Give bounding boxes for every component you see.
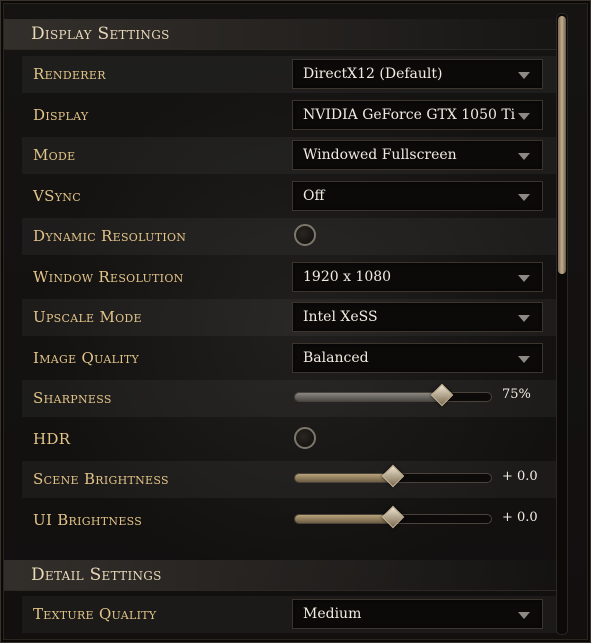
vsync-dropdown[interactable]: Off xyxy=(292,181,543,211)
image-quality-dropdown[interactable]: Balanced xyxy=(292,343,543,373)
detail-settings-header: Detail Settings xyxy=(4,560,557,591)
vsync-row: VSync Off xyxy=(22,178,557,215)
image-quality-value: Balanced xyxy=(303,350,369,366)
chevron-down-icon xyxy=(518,72,530,79)
window-resolution-dropdown[interactable]: 1920 x 1080 xyxy=(292,262,543,292)
sharpness-slider[interactable] xyxy=(294,383,492,407)
dynamic-resolution-row: Dynamic Resolution xyxy=(22,218,557,255)
hdr-toggle[interactable] xyxy=(294,427,316,449)
display-row: Display NVIDIA GeForce GTX 1050 Ti xyxy=(22,97,557,134)
display-label: Display xyxy=(33,106,89,124)
display-settings-title: Display Settings xyxy=(31,24,170,44)
ui-brightness-value: + 0.0 xyxy=(502,510,538,525)
scene-brightness-label: Scene Brightness xyxy=(33,470,169,488)
ui-brightness-row: UI Brightness + 0.0 xyxy=(22,502,557,539)
scene-brightness-row: Scene Brightness + 0.0 xyxy=(22,461,557,498)
dynamic-resolution-label: Dynamic Resolution xyxy=(33,227,187,245)
texture-quality-value: Medium xyxy=(303,606,362,622)
sharpness-slider-fill xyxy=(295,393,442,401)
upscale-mode-dropdown[interactable]: Intel XeSS xyxy=(292,302,543,332)
ui-brightness-label: UI Brightness xyxy=(33,511,143,529)
chevron-down-icon xyxy=(518,612,530,619)
dynamic-resolution-toggle[interactable] xyxy=(294,224,316,246)
renderer-dropdown[interactable]: DirectX12 (Default) xyxy=(292,59,543,89)
chevron-down-icon xyxy=(518,356,530,363)
mode-label: Mode xyxy=(33,146,76,164)
chevron-down-icon xyxy=(518,113,530,120)
scene-brightness-slider[interactable] xyxy=(294,464,492,488)
display-dropdown[interactable]: NVIDIA GeForce GTX 1050 Ti xyxy=(292,100,543,130)
upscale-mode-label: Upscale Mode xyxy=(33,308,142,326)
sharpness-label: Sharpness xyxy=(33,389,112,407)
scene-brightness-slider-thumb[interactable] xyxy=(381,464,405,488)
detail-settings-title: Detail Settings xyxy=(31,565,162,585)
scene-brightness-value: + 0.0 xyxy=(502,469,538,484)
scrollbar[interactable] xyxy=(556,13,568,635)
upscale-mode-row: Upscale Mode Intel XeSS xyxy=(22,299,557,336)
renderer-row: Renderer DirectX12 (Default) xyxy=(22,56,557,93)
sharpness-row: Sharpness 75% xyxy=(22,380,557,417)
sharpness-slider-thumb[interactable] xyxy=(430,383,454,407)
mode-row: Mode Windowed Fullscreen xyxy=(22,137,557,174)
ui-brightness-slider-thumb[interactable] xyxy=(381,505,405,529)
chevron-down-icon xyxy=(518,153,530,160)
window-resolution-row: Window Resolution 1920 x 1080 xyxy=(22,259,557,296)
display-value: NVIDIA GeForce GTX 1050 Ti xyxy=(303,107,516,123)
settings-panel: Display Settings Renderer DirectX12 (Def… xyxy=(0,0,591,643)
upscale-mode-value: Intel XeSS xyxy=(303,309,378,325)
hdr-row: HDR xyxy=(22,421,557,458)
window-resolution-label: Window Resolution xyxy=(33,268,184,286)
texture-quality-row: Texture Quality Medium xyxy=(22,596,557,633)
sharpness-value: 75% xyxy=(502,387,531,402)
renderer-value: DirectX12 (Default) xyxy=(303,66,443,82)
chevron-down-icon xyxy=(518,315,530,322)
ui-brightness-slider-fill xyxy=(295,515,393,523)
texture-quality-label: Texture Quality xyxy=(33,605,157,623)
vsync-value: Off xyxy=(303,188,325,204)
window-resolution-value: 1920 x 1080 xyxy=(303,269,392,285)
mode-value: Windowed Fullscreen xyxy=(303,147,457,163)
texture-quality-dropdown[interactable]: Medium xyxy=(292,599,543,629)
chevron-down-icon xyxy=(518,194,530,201)
image-quality-row: Image Quality Balanced xyxy=(22,340,557,377)
mode-dropdown[interactable]: Windowed Fullscreen xyxy=(292,140,543,170)
ui-brightness-slider[interactable] xyxy=(294,505,492,529)
scene-brightness-slider-fill xyxy=(295,474,393,482)
vsync-label: VSync xyxy=(33,187,81,205)
renderer-label: Renderer xyxy=(33,65,106,83)
image-quality-label: Image Quality xyxy=(33,349,140,367)
hdr-label: HDR xyxy=(33,430,71,448)
display-settings-header: Display Settings xyxy=(4,19,557,50)
scrollbar-thumb[interactable] xyxy=(558,16,566,274)
chevron-down-icon xyxy=(518,275,530,282)
